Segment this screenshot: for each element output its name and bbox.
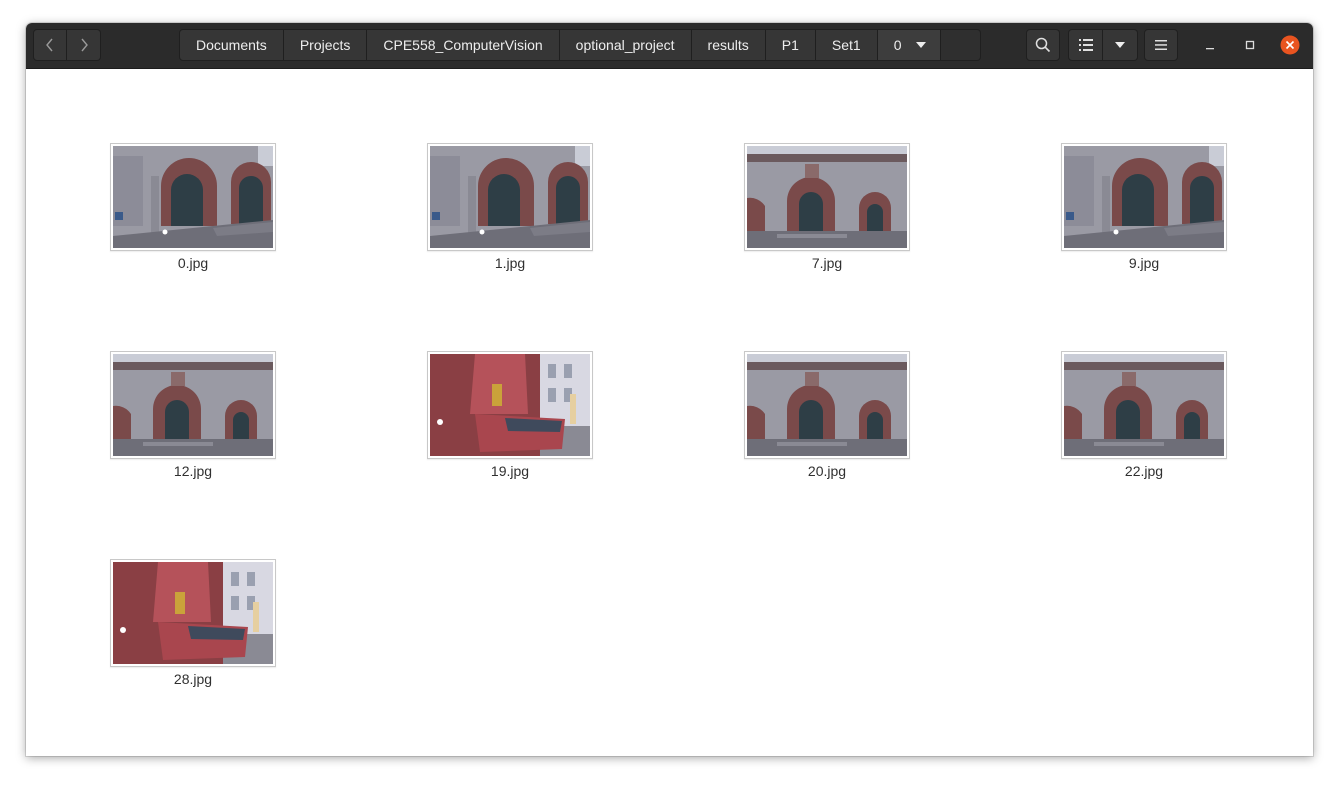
thumbnail-image <box>113 354 273 456</box>
chevron-right-icon <box>80 38 88 52</box>
breadcrumb-projects[interactable]: Projects <box>283 29 368 61</box>
file-item[interactable]: 12.jpg <box>108 351 278 479</box>
current-folder-label: 0 <box>893 37 902 53</box>
file-thumbnail[interactable] <box>110 559 276 667</box>
thumbnail-image <box>1064 146 1224 248</box>
back-button[interactable] <box>33 29 67 61</box>
view-options-button[interactable] <box>1103 29 1138 61</box>
file-thumbnail[interactable] <box>744 143 910 251</box>
thumbnail-image <box>113 146 273 248</box>
file-thumbnail[interactable] <box>744 351 910 459</box>
breadcrumb-set1[interactable]: Set1 <box>815 29 878 61</box>
file-grid: 0.jpg 1.jpg 7.jpg 9.jpg 12.jpg 19.jpg 20… <box>108 143 1229 687</box>
file-item[interactable]: 9.jpg <box>1059 143 1229 271</box>
headerbar: Documents Projects CPE558_ComputerVision… <box>26 23 1313 69</box>
file-name[interactable]: 28.jpg <box>174 671 212 687</box>
breadcrumb: Documents Projects CPE558_ComputerVision… <box>179 29 981 61</box>
file-thumbnail[interactable] <box>1061 143 1227 251</box>
file-item[interactable]: 19.jpg <box>425 351 595 479</box>
file-item[interactable]: 28.jpg <box>108 559 278 687</box>
breadcrumb-p1[interactable]: P1 <box>765 29 816 61</box>
breadcrumb-results[interactable]: results <box>691 29 766 61</box>
maximize-button[interactable] <box>1238 33 1262 57</box>
file-name[interactable]: 0.jpg <box>178 255 208 271</box>
close-icon <box>1280 35 1300 55</box>
forward-button[interactable] <box>67 29 101 61</box>
file-manager-window: Documents Projects CPE558_ComputerVision… <box>26 23 1313 756</box>
thumbnail-image <box>113 562 273 664</box>
main-menu-button[interactable] <box>1144 29 1178 61</box>
file-thumbnail[interactable] <box>427 143 593 251</box>
thumbnail-image <box>747 146 907 248</box>
list-view-icon <box>1078 39 1093 51</box>
navigation-buttons <box>33 29 101 61</box>
breadcrumb-tail <box>940 29 981 61</box>
file-view: 0.jpg 1.jpg 7.jpg 9.jpg 12.jpg 19.jpg 20… <box>26 69 1313 756</box>
search-icon <box>1035 37 1051 53</box>
file-thumbnail[interactable] <box>110 351 276 459</box>
thumbnail-image <box>1064 354 1224 456</box>
file-name[interactable]: 19.jpg <box>491 463 529 479</box>
file-item[interactable]: 0.jpg <box>108 143 278 271</box>
thumbnail-image <box>430 354 590 456</box>
hamburger-menu-icon <box>1155 40 1167 50</box>
file-name[interactable]: 9.jpg <box>1129 255 1159 271</box>
file-item[interactable]: 22.jpg <box>1059 351 1229 479</box>
search-button[interactable] <box>1026 29 1060 61</box>
file-thumbnail[interactable] <box>1061 351 1227 459</box>
file-name[interactable]: 22.jpg <box>1125 463 1163 479</box>
file-thumbnail[interactable] <box>427 351 593 459</box>
file-name[interactable]: 20.jpg <box>808 463 846 479</box>
view-switcher <box>1068 29 1138 61</box>
list-view-button[interactable] <box>1068 29 1103 61</box>
chevron-down-icon <box>915 42 926 48</box>
thumbnail-image <box>430 146 590 248</box>
file-item[interactable]: 20.jpg <box>742 351 912 479</box>
close-button[interactable] <box>1278 33 1302 57</box>
thumbnail-image <box>747 354 907 456</box>
file-name[interactable]: 7.jpg <box>812 255 842 271</box>
file-item[interactable]: 1.jpg <box>425 143 595 271</box>
file-thumbnail[interactable] <box>110 143 276 251</box>
file-item[interactable]: 7.jpg <box>742 143 912 271</box>
chevron-down-icon <box>1115 42 1125 48</box>
maximize-icon <box>1245 40 1255 50</box>
file-name[interactable]: 12.jpg <box>174 463 212 479</box>
breadcrumb-optional-project[interactable]: optional_project <box>559 29 692 61</box>
breadcrumb-current-folder[interactable]: 0 <box>877 29 941 61</box>
minimize-button[interactable] <box>1198 33 1222 57</box>
breadcrumb-documents[interactable]: Documents <box>179 29 284 61</box>
breadcrumb-cpe558[interactable]: CPE558_ComputerVision <box>367 29 560 61</box>
chevron-left-icon <box>46 38 53 52</box>
minimize-icon <box>1206 48 1214 50</box>
file-name[interactable]: 1.jpg <box>495 255 525 271</box>
